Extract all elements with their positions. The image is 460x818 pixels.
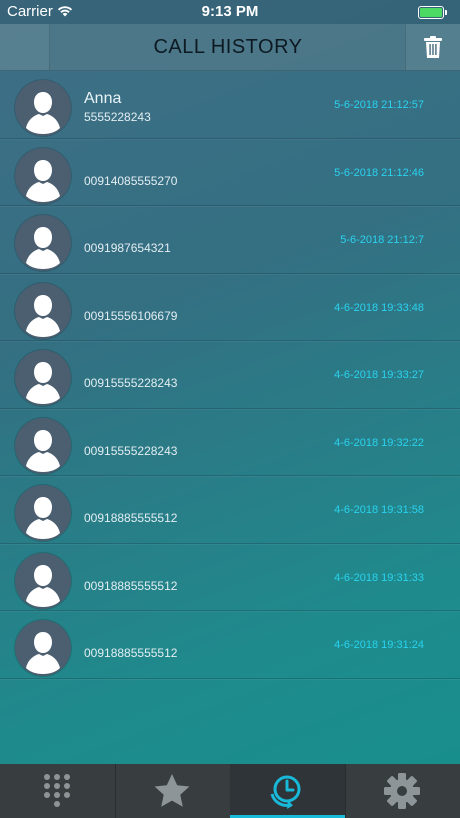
contact-avatar-icon	[15, 552, 71, 609]
contact-avatar-icon	[15, 80, 71, 136]
call-timestamp: 4-6-2018 19:31:58	[334, 504, 424, 516]
phone-number: 00918885555512	[84, 578, 178, 593]
call-timestamp: 5-6-2018 21:12:57	[334, 99, 424, 111]
clear-history-button[interactable]	[406, 24, 460, 70]
contact-name: Anna	[84, 90, 122, 107]
phone-number: 00918885555512	[84, 511, 178, 525]
keypad-icon	[44, 774, 70, 807]
call-row[interactable]: Anna 5555228243 5-6-2018 21:12:57	[0, 71, 460, 139]
battery-icon	[418, 6, 447, 19]
tab-keypad[interactable]	[0, 764, 115, 818]
call-row[interactable]: 00915555228243 4-6-2018 19:32:22	[0, 409, 460, 476]
call-row[interactable]: 00914085555270 5-6-2018 21:12:46	[0, 139, 460, 206]
phone-number: 5555228243	[84, 110, 151, 124]
call-row[interactable]: 00915555228243 4-6-2018 19:33:27	[0, 341, 460, 409]
tab-history[interactable]	[230, 764, 345, 818]
header-bar: CALL HISTORY	[0, 24, 460, 71]
phone-number: 00914085555270	[84, 173, 178, 188]
call-timestamp: 4-6-2018 19:31:33	[334, 571, 424, 584]
call-timestamp: 5-6-2018 21:12:7	[340, 234, 424, 246]
tab-bar	[0, 764, 460, 818]
history-icon	[270, 775, 301, 809]
contact-avatar-icon	[15, 350, 71, 406]
phone-number: 00915556106679	[84, 308, 178, 323]
status-time: 9:13 PM	[201, 3, 259, 20]
tab-favorites[interactable]	[115, 764, 230, 818]
contact-avatar-icon	[15, 147, 71, 204]
call-row[interactable]: 0091987654321 5-6-2018 21:12:7	[0, 206, 460, 274]
star-icon	[154, 774, 190, 807]
header-left-segment	[0, 24, 50, 70]
call-timestamp: 4-6-2018 19:31:24	[334, 639, 424, 651]
call-timestamp: 4-6-2018 19:32:22	[334, 436, 424, 449]
contact-avatar-icon	[15, 485, 71, 541]
contact-avatar-icon	[15, 620, 71, 676]
status-bar: Carrier 9:13 PM	[0, 0, 460, 24]
call-history-list: Anna 5555228243 5-6-2018 21:12:57 009140855…	[0, 71, 460, 679]
contact-avatar-icon	[15, 282, 71, 339]
trash-icon	[424, 36, 442, 58]
page-title: CALL HISTORY	[153, 36, 303, 58]
contact-avatar-icon	[15, 417, 71, 474]
phone-number: 00918885555512	[84, 646, 178, 660]
phone-number: 00915555228243	[84, 443, 178, 458]
call-row[interactable]: 00915556106679 4-6-2018 19:33:48	[0, 274, 460, 341]
call-timestamp: 4-6-2018 19:33:27	[334, 369, 424, 381]
call-timestamp: 4-6-2018 19:33:48	[334, 301, 424, 314]
tab-settings[interactable]	[345, 764, 460, 818]
gear-icon	[384, 773, 420, 809]
call-row[interactable]: 00918885555512 4-6-2018 19:31:33	[0, 544, 460, 611]
contact-avatar-icon	[15, 215, 71, 271]
call-row[interactable]: 00918885555512 4-6-2018 19:31:24	[0, 611, 460, 679]
call-row[interactable]: 00918885555512 4-6-2018 19:31:58	[0, 476, 460, 544]
call-timestamp: 5-6-2018 21:12:46	[334, 166, 424, 179]
phone-number: 00915555228243	[84, 376, 178, 390]
phone-number: 0091987654321	[84, 241, 171, 255]
